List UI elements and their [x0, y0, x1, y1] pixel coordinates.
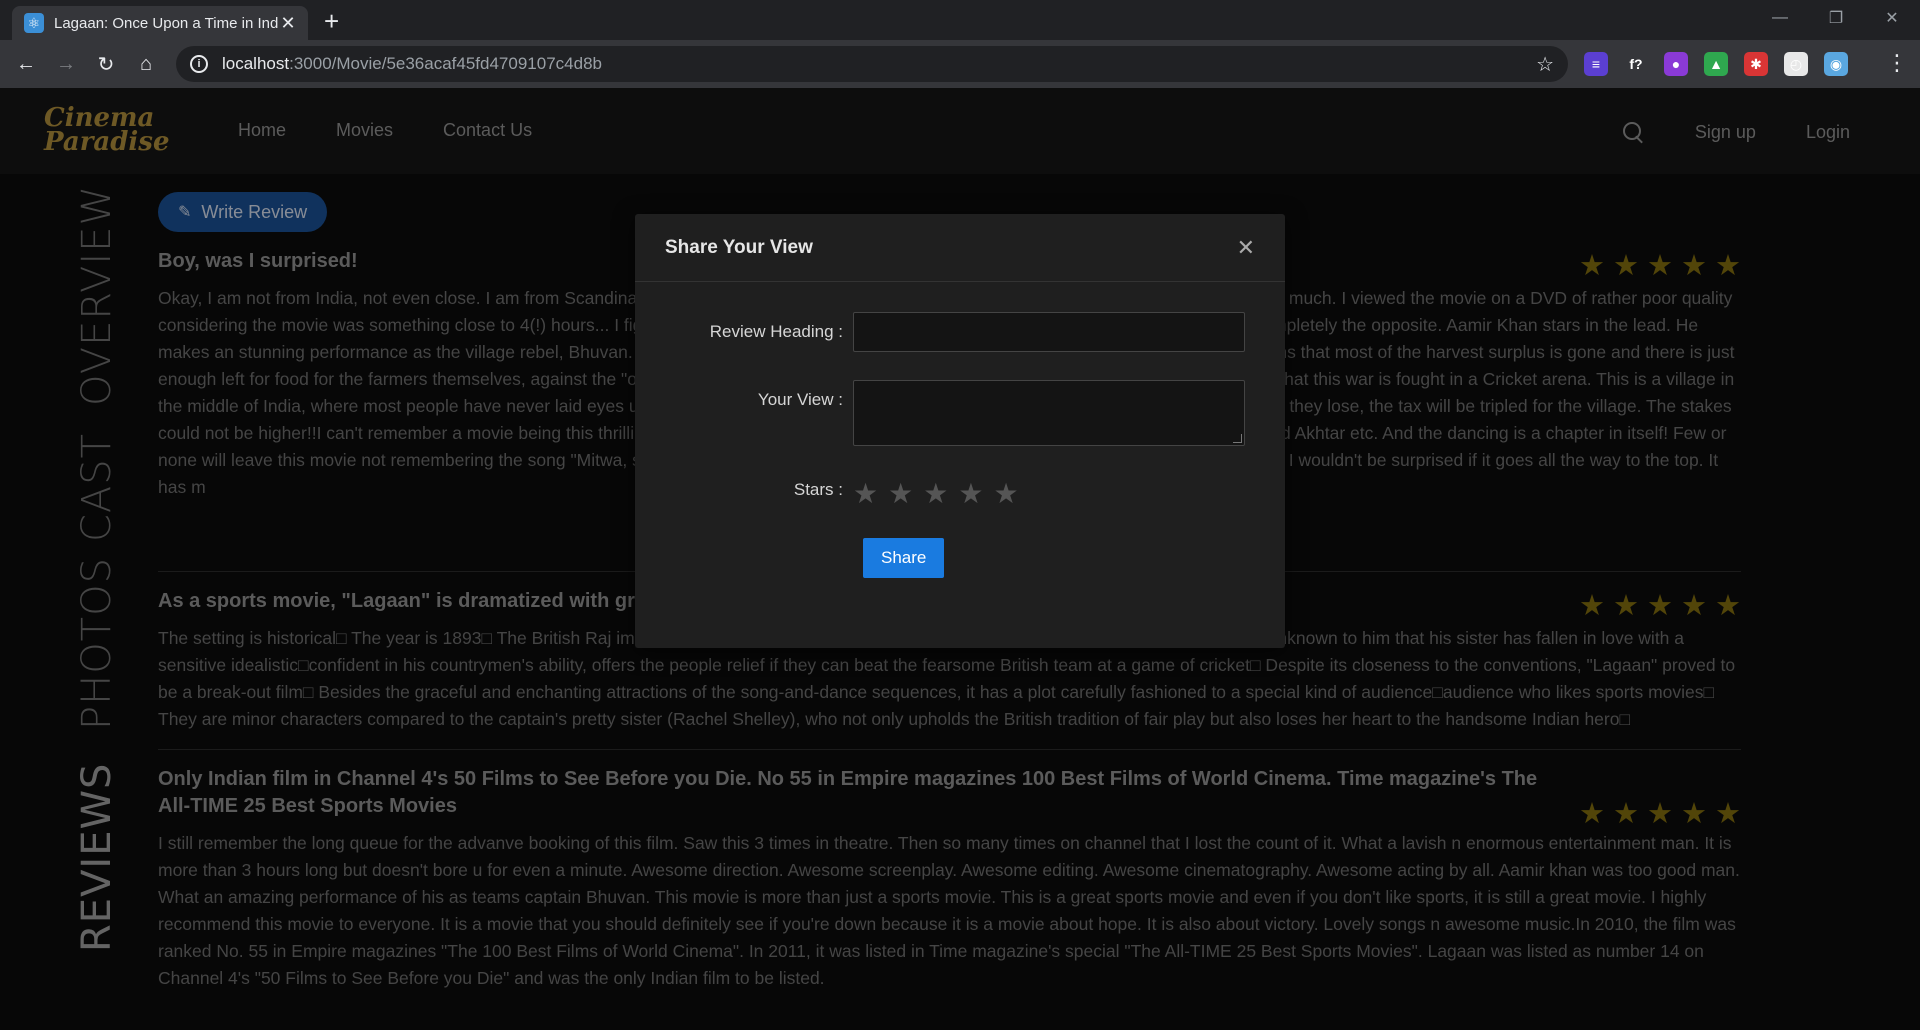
modal-close-icon[interactable]: ✕ [1237, 235, 1255, 261]
rating-star-5-icon[interactable]: ★ [993, 480, 1018, 508]
review-form: Review Heading : Your View : Stars : ★ ★… [635, 282, 1285, 578]
url-host: localhost [222, 54, 290, 73]
new-tab-button[interactable]: + [324, 8, 339, 34]
tab-close-icon[interactable]: ✕ [278, 13, 298, 34]
back-icon[interactable]: ← [6, 44, 46, 84]
star-rating: ★ ★ ★ ★ ★ [853, 474, 1019, 508]
window-controls: — ❐ ✕ [1752, 0, 1920, 36]
stars-label: Stars : [793, 480, 843, 499]
profile-avatar-icon[interactable]: ◉ [1824, 52, 1848, 76]
react-favicon-icon: ⚛ [24, 13, 44, 33]
bug-extension-icon[interactable]: ✱ [1744, 52, 1768, 76]
share-view-modal: Share Your View ✕ Review Heading : Your … [635, 214, 1285, 648]
stack-extension-icon[interactable]: ≡ [1584, 52, 1608, 76]
rating-star-2-icon[interactable]: ★ [888, 480, 913, 508]
browser-tab-bar: ⚛ Lagaan: Once Upon a Time in Ind ✕ + — … [0, 0, 1920, 40]
clock-extension-icon[interactable]: ◴ [1784, 52, 1808, 76]
review-heading-input[interactable] [853, 312, 1245, 352]
home-icon[interactable]: ⌂ [126, 44, 166, 84]
modal-header: Share Your View ✕ [635, 214, 1285, 282]
browser-toolbar: ← → ↻ ⌂ i localhost:3000/Movie/5e36acaf4… [0, 40, 1920, 88]
your-view-textarea[interactable] [853, 380, 1245, 446]
extension-icons: ≡ f? ● ▲ ✱ ◴ ◉ [1584, 52, 1848, 76]
restore-icon[interactable]: ❐ [1808, 0, 1864, 36]
minimize-icon[interactable]: — [1752, 0, 1808, 36]
modal-title: Share Your View [665, 236, 813, 258]
rating-star-4-icon[interactable]: ★ [958, 480, 983, 508]
font-extension-icon[interactable]: f? [1624, 52, 1648, 76]
rating-star-3-icon[interactable]: ★ [923, 480, 948, 508]
browser-menu-icon[interactable]: ⋮ [1886, 50, 1908, 76]
your-view-label: Your View : [757, 390, 843, 409]
reload-icon[interactable]: ↻ [86, 44, 126, 84]
url-path: :3000/Movie/5e36acaf45fd4709107c4d8b [289, 54, 602, 73]
address-bar[interactable]: i localhost:3000/Movie/5e36acaf45fd47091… [176, 46, 1568, 82]
rating-star-1-icon[interactable]: ★ [853, 480, 878, 508]
drive-extension-icon[interactable]: ▲ [1704, 52, 1728, 76]
window-close-icon[interactable]: ✕ [1864, 0, 1920, 36]
bookmark-star-icon[interactable]: ☆ [1536, 52, 1554, 77]
url-text[interactable]: localhost:3000/Movie/5e36acaf45fd4709107… [222, 54, 1536, 74]
chat-extension-icon[interactable]: ● [1664, 52, 1688, 76]
tab-title: Lagaan: Once Upon a Time in Ind [54, 14, 278, 32]
info-icon[interactable]: i [190, 55, 208, 73]
forward-icon[interactable]: → [46, 44, 86, 84]
browser-tab[interactable]: ⚛ Lagaan: Once Upon a Time in Ind ✕ [12, 6, 308, 40]
review-heading-label: Review Heading : [709, 322, 843, 341]
share-button[interactable]: Share [863, 538, 945, 578]
